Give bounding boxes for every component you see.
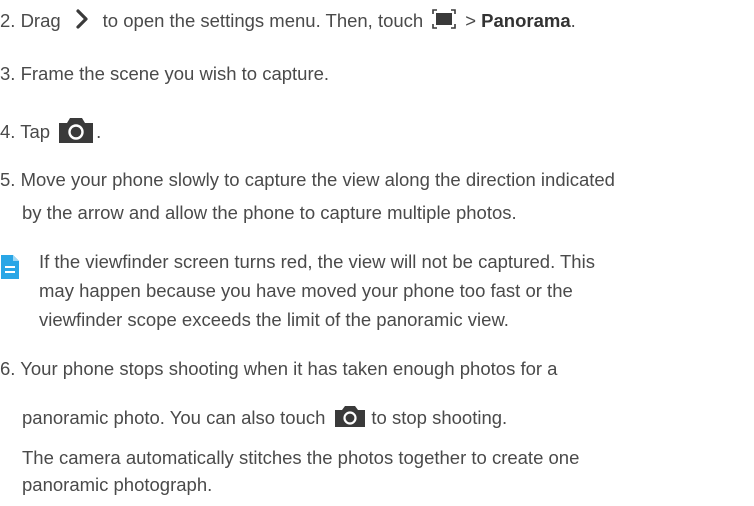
step-6-line-4: panoramic photograph. <box>22 474 213 495</box>
step-6-line-2: panoramic photo. You can also touch to st… <box>22 404 507 434</box>
step-4-text-b: . <box>96 120 102 142</box>
note-line-1: If the viewfinder screen turns red, the … <box>39 251 595 272</box>
camera-shutter-icon <box>56 115 96 151</box>
step-2-text-a: 2. Drag <box>0 9 61 31</box>
note-line-2: may happen because you have moved your p… <box>39 280 573 301</box>
step-2: 2. Drag to open the settings menu. Then, … <box>0 8 576 36</box>
chevron-right-icon <box>75 9 89 35</box>
step-2-text-c: > <box>465 9 482 31</box>
step-3: 3. Frame the scene you wish to capture. <box>0 63 330 84</box>
camera-shutter-icon <box>333 404 367 434</box>
step-5-line-2: by the arrow and allow the phone to capt… <box>22 202 517 223</box>
step-4: 4. Tap. <box>0 115 101 151</box>
step-6-line-1: 6. Your phone stops shooting when it has… <box>0 358 558 379</box>
step-2-text-d: . <box>570 9 576 31</box>
step-6-text-a: panoramic photo. You can also touch <box>22 406 326 428</box>
note-icon <box>0 254 20 285</box>
note-line-3: viewfinder scope exceeds the limit of th… <box>39 309 509 330</box>
step-5-line-1: 5. Move your phone slowly to capture the… <box>0 169 615 190</box>
step-4-text-a: 4. Tap <box>0 120 51 142</box>
panorama-label: Panorama <box>481 9 571 31</box>
step-6-line-3: The camera automatically stitches the ph… <box>22 447 580 468</box>
step-6-text-b: to stop shooting. <box>371 406 508 428</box>
scene-mode-icon <box>431 8 457 36</box>
step-2-text-b: to open the settings menu. Then, touch <box>102 9 424 31</box>
